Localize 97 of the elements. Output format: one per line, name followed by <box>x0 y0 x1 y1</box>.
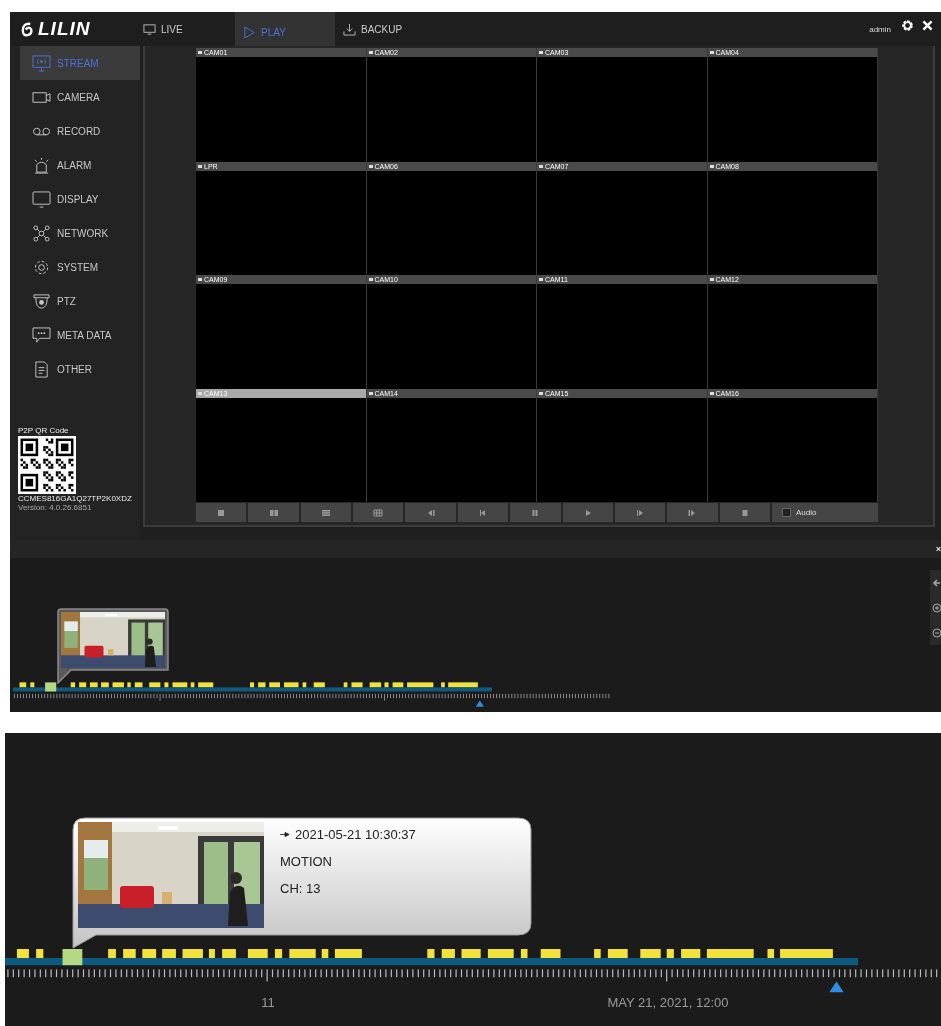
grid-icon <box>373 508 384 517</box>
zoom-in-icon[interactable] <box>932 602 941 613</box>
dome-camera-icon <box>32 292 51 310</box>
playback-button[interactable] <box>614 503 666 522</box>
audio-label: Audio <box>795 508 817 517</box>
playback-button[interactable] <box>719 503 770 522</box>
close-icon[interactable] <box>936 546 941 552</box>
playback-button[interactable] <box>353 503 404 522</box>
channel-icon <box>709 278 714 281</box>
arrow-icon[interactable] <box>932 577 941 588</box>
playback-button[interactable] <box>510 503 561 522</box>
video-tile[interactable] <box>196 397 366 502</box>
video-tile[interactable] <box>366 57 536 162</box>
split-icon <box>268 508 279 517</box>
selected-event[interactable] <box>45 682 57 692</box>
device-code: CCMES816GA1Q27TP2K0XDZ <box>18 494 132 503</box>
channel-icon <box>539 164 543 168</box>
video-tile[interactable] <box>537 284 707 389</box>
playback-button[interactable] <box>667 503 718 522</box>
channel-icon <box>709 51 714 54</box>
channel-icon <box>539 278 543 281</box>
single-icon <box>216 508 227 517</box>
timeline-track[interactable] <box>5 958 859 966</box>
video-tile[interactable] <box>707 284 877 389</box>
qr-title: P2P QR Code <box>18 426 69 435</box>
video-tile[interactable] <box>366 170 536 275</box>
event-type: MOTION <box>280 854 333 869</box>
logo-mark-icon <box>20 21 35 37</box>
video-tile[interactable] <box>196 170 366 275</box>
video-tile[interactable] <box>196 284 366 389</box>
sidebar-item[interactable]: NETWORK <box>20 216 140 250</box>
playback-button[interactable] <box>405 503 456 522</box>
channel-icon <box>198 278 202 281</box>
channel-icon <box>539 51 543 54</box>
qr-code <box>18 436 76 494</box>
pause-icon <box>530 508 541 517</box>
settings-icon <box>32 258 51 276</box>
channel-icon <box>198 164 202 168</box>
sidebar-item[interactable]: OTHER <box>20 352 140 386</box>
video-tile[interactable] <box>707 57 877 162</box>
time-label: MAY 21, 2021, 12:00 <box>607 995 729 1010</box>
sidebar-item[interactable]: SYSTEM <box>20 250 140 284</box>
sidebar-item[interactable]: META DATA <box>20 318 140 352</box>
event-channel: CH: 13 <box>280 881 322 896</box>
selected-event[interactable] <box>62 949 83 966</box>
channel-icon <box>198 51 202 54</box>
chat-bubble-icon <box>32 326 51 344</box>
channel-icon <box>198 391 202 395</box>
document-icon <box>32 360 51 378</box>
video-tile[interactable] <box>537 397 707 502</box>
channel-icon <box>709 391 714 395</box>
video-tile[interactable] <box>707 397 877 502</box>
playhead-marker[interactable] <box>829 981 844 993</box>
download-icon <box>343 22 356 36</box>
monitor-icon <box>32 190 51 208</box>
rows-icon <box>320 508 331 517</box>
sidebar-item[interactable]: CAMERA <box>20 80 140 114</box>
play-icon <box>243 25 256 39</box>
channel-icon <box>368 278 373 281</box>
video-tile[interactable] <box>537 57 707 162</box>
step-back-icon <box>477 508 488 517</box>
video-tile[interactable] <box>707 170 877 275</box>
network-icon <box>32 224 51 242</box>
channel-icon <box>368 51 373 54</box>
settings-icon[interactable] <box>901 18 914 32</box>
video-tile[interactable] <box>366 284 536 389</box>
channel-icon <box>709 164 714 168</box>
time-label: 11 <box>261 995 275 1010</box>
audio-checkbox[interactable] <box>781 508 791 517</box>
playback-button[interactable] <box>457 503 509 522</box>
video-tile[interactable] <box>366 397 536 502</box>
sidebar-item[interactable]: ALARM <box>20 148 140 182</box>
broadcast-monitor-icon <box>32 54 51 72</box>
playback-button[interactable] <box>248 503 299 522</box>
nav-tab[interactable]: LIVE <box>135 12 235 46</box>
video-tile[interactable] <box>196 57 366 162</box>
playback-button[interactable] <box>196 503 247 522</box>
monitor-icon <box>143 22 156 36</box>
playback-button[interactable] <box>300 503 352 522</box>
user-name[interactable]: admin <box>869 24 891 34</box>
event-time: 2021-05-21 10:30:37 <box>295 827 416 842</box>
sidebar-item[interactable]: RECORD <box>20 114 140 148</box>
nav-tab[interactable]: BACKUP <box>335 12 435 46</box>
sidebar-item[interactable]: DISPLAY <box>20 182 140 216</box>
playhead-marker[interactable] <box>475 700 484 707</box>
event-bars[interactable] <box>16 949 833 958</box>
logo-text: LILIN <box>38 18 91 40</box>
sidebar-item[interactable]: PTZ <box>20 284 140 318</box>
timeline-track[interactable] <box>12 687 492 692</box>
channel-icon <box>539 391 543 395</box>
channel-icon <box>368 164 373 168</box>
event-bars[interactable] <box>19 682 478 688</box>
video-tile[interactable] <box>537 170 707 275</box>
zoom-out-icon[interactable] <box>932 627 941 638</box>
channel-icon <box>368 391 373 395</box>
version-text: Version: 4.0.26.6851 <box>18 503 92 512</box>
beacon-icon <box>32 156 51 174</box>
